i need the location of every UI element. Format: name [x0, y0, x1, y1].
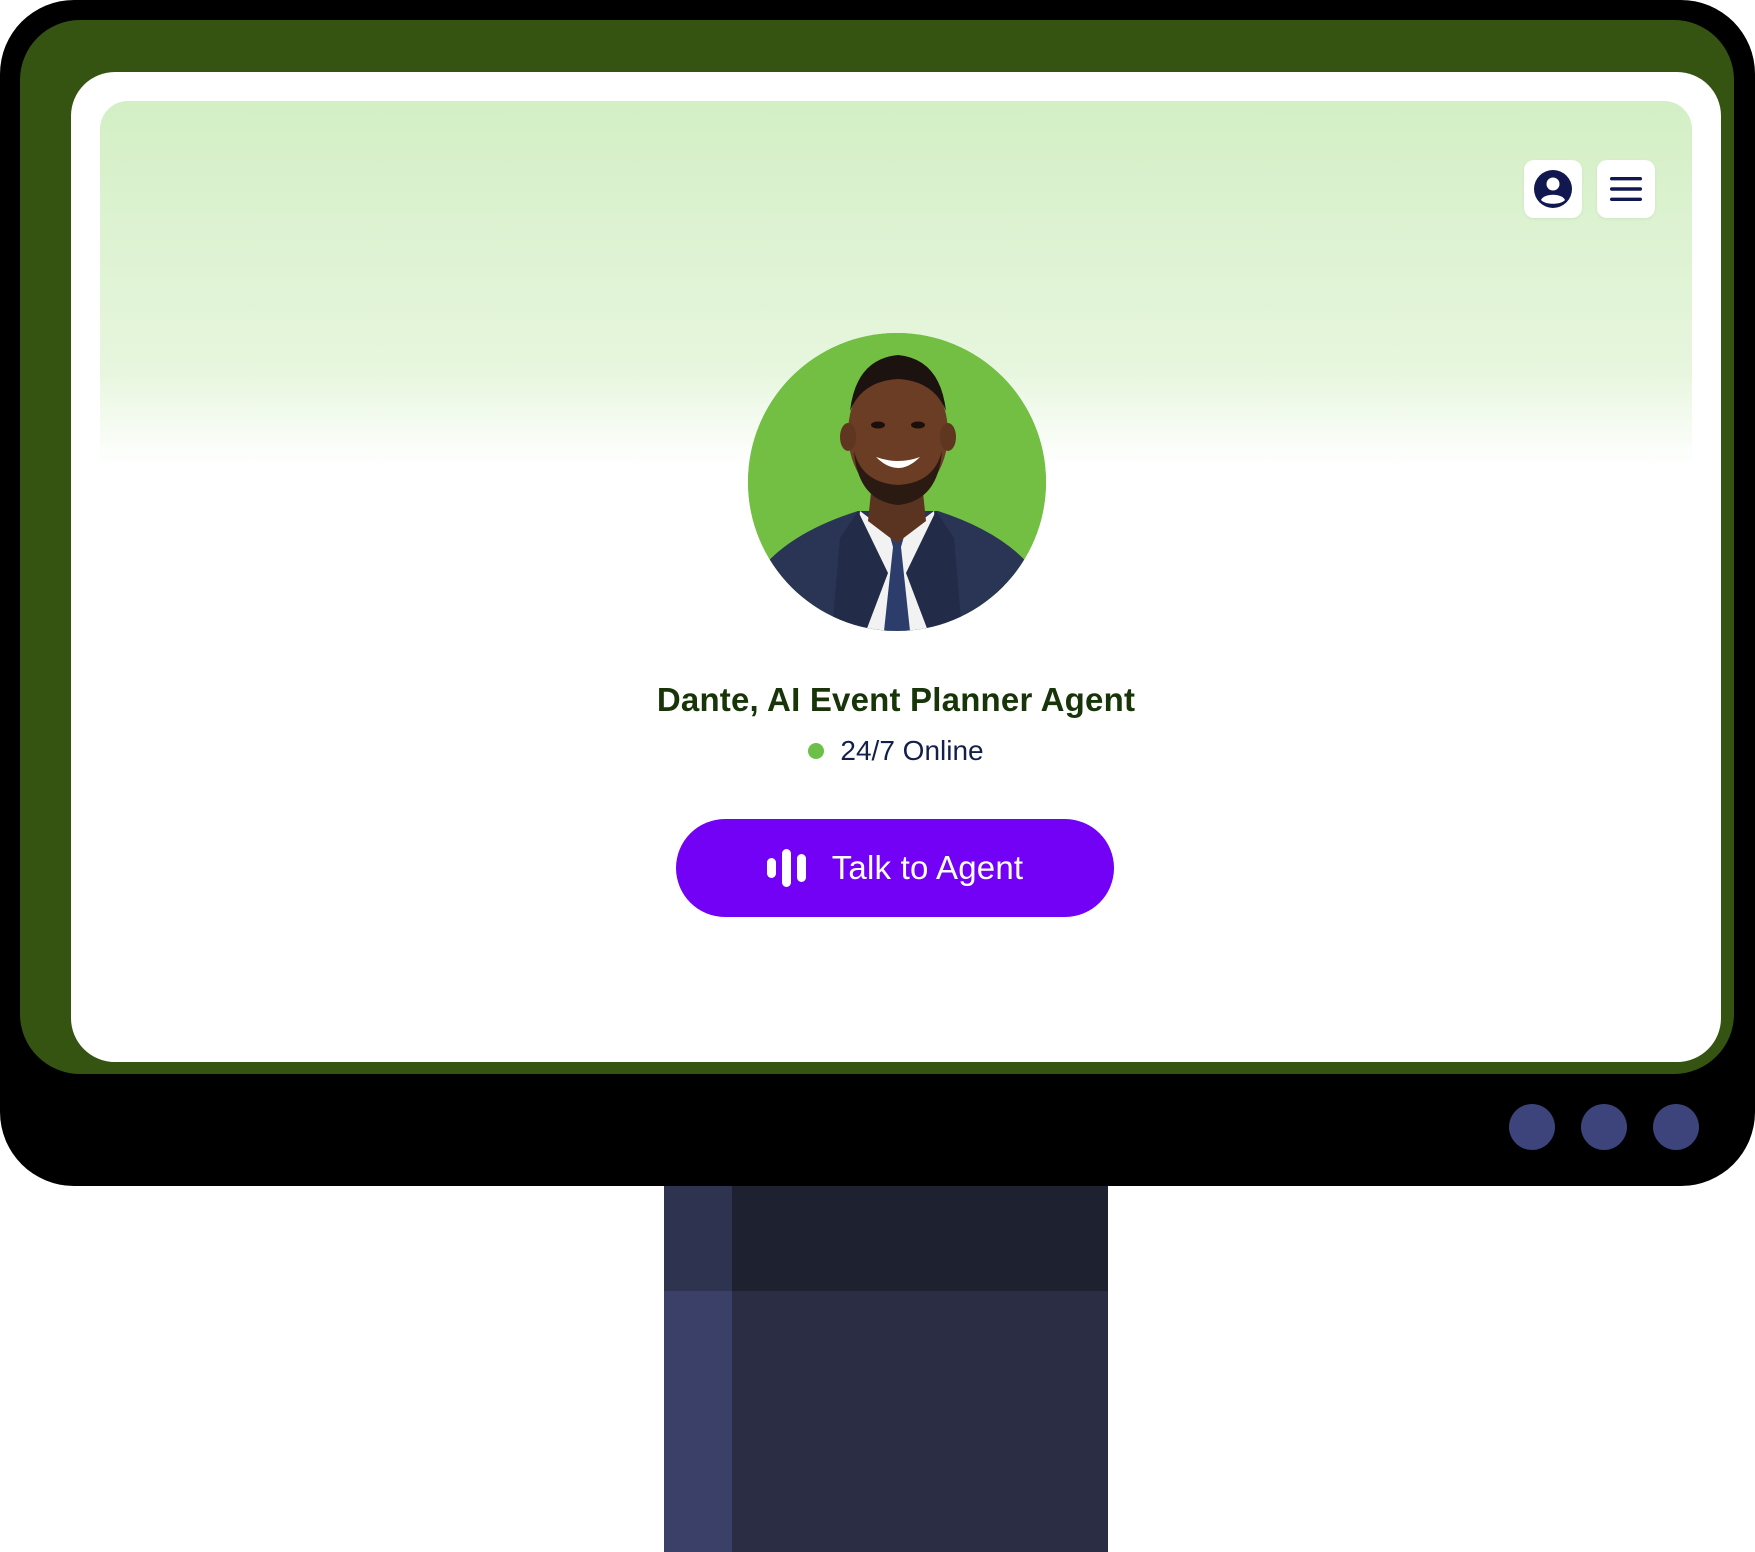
online-status-dot: [808, 743, 825, 759]
status-label: 24/7 Online: [840, 735, 984, 766]
monitor-screen: Dante, AI Event Planner Agent 24/7 Onlin…: [71, 72, 1721, 1062]
agent-panel: Dante, AI Event Planner Agent 24/7 Onlin…: [100, 101, 1692, 1062]
talk-button-label: Talk to Agent: [831, 849, 1024, 886]
stand-base-dark: [732, 1291, 1108, 1552]
stand-base-light: [664, 1291, 732, 1552]
hamburger-menu-icon: [1610, 177, 1642, 201]
agent-status: 24/7 Online: [100, 735, 1692, 767]
profile-button[interactable]: [1524, 160, 1582, 218]
audio-bars-icon: [766, 848, 806, 888]
agent-avatar: [748, 333, 1046, 631]
menu-button[interactable]: [1597, 160, 1655, 218]
stand-shade-dark: [732, 1180, 1108, 1291]
monitor-illustration: Dante, AI Event Planner Agent 24/7 Onlin…: [0, 0, 1755, 1552]
talk-to-agent-button[interactable]: Talk to Agent: [676, 819, 1114, 917]
monitor-indicator-dot: [1581, 1104, 1627, 1150]
monitor-stand: [664, 1180, 1108, 1552]
monitor-bezel: Dante, AI Event Planner Agent 24/7 Onlin…: [20, 20, 1734, 1074]
monitor-indicator-dot: [1509, 1104, 1555, 1150]
monitor-frame: Dante, AI Event Planner Agent 24/7 Onlin…: [0, 0, 1755, 1186]
agent-portrait: [748, 333, 1046, 631]
agent-name: Dante, AI Event Planner Agent: [656, 681, 1136, 718]
user-profile-icon: [1534, 170, 1572, 208]
monitor-indicator-dot: [1653, 1104, 1699, 1150]
stand-shade-light: [664, 1180, 732, 1291]
